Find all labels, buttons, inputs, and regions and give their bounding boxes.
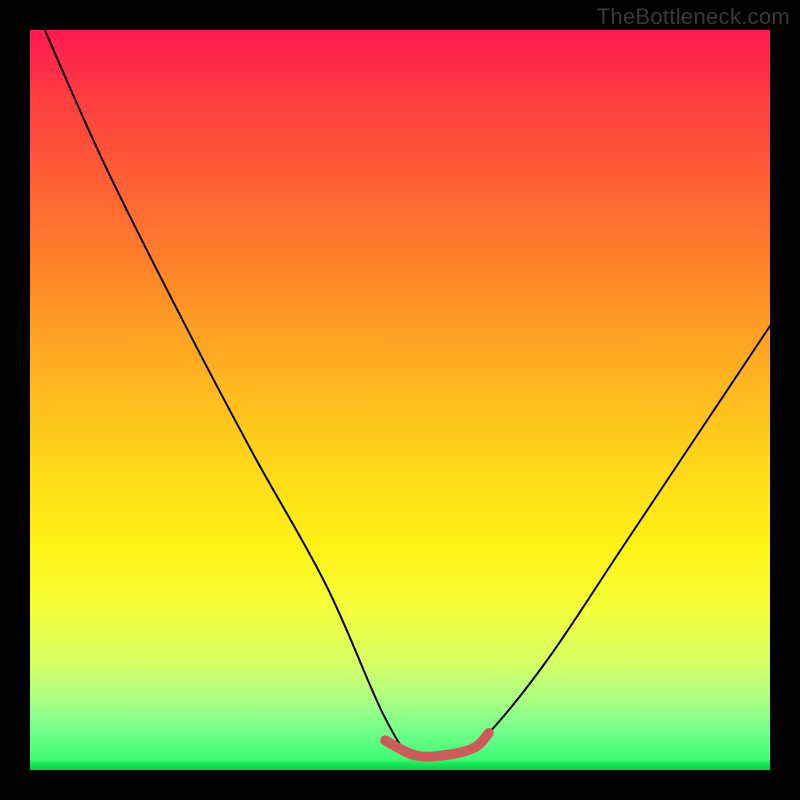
curve-svg [30,30,770,770]
bottleneck-curve [45,30,770,759]
chart-frame: TheBottleneck.com [0,0,800,800]
watermark-label: TheBottleneck.com [597,4,790,30]
plot-area [30,30,770,770]
valley-highlight [385,733,489,757]
